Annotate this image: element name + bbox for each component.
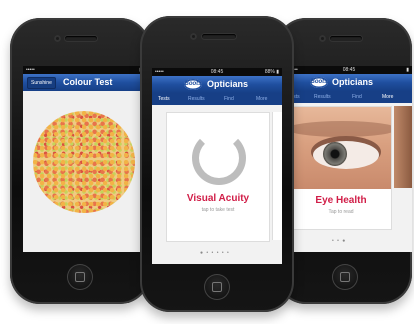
eye-photo <box>291 107 391 189</box>
screen-left: ••••• ▮ Sunshine Colour Test <box>23 66 145 252</box>
ishihara-plate[interactable] <box>33 111 135 213</box>
nav-title: Colour Test <box>63 77 113 87</box>
tab-bar: Tests Results Find More <box>152 93 282 105</box>
eyebrow-shadow <box>291 121 391 137</box>
phone-center: ••••• 08:45 88% ▮ Boots Opticians Tests … <box>140 16 294 312</box>
home-button[interactable] <box>204 274 230 300</box>
next-card-peek <box>394 106 412 188</box>
nav-bar: Sunshine Colour Test <box>23 74 145 91</box>
tab-find[interactable]: Find <box>224 93 234 105</box>
page-indicator: ● • • • • • <box>200 250 230 256</box>
tab-bar: Tests Results Find More <box>286 91 412 103</box>
earpiece-speaker <box>65 36 97 41</box>
earpiece-speaker <box>330 36 362 41</box>
card-subtitle: tap to take test <box>201 207 235 213</box>
boots-logo: Boots <box>310 77 328 88</box>
front-camera <box>54 35 61 42</box>
screen-center: ••••• 08:45 88% ▮ Boots Opticians Tests … <box>152 68 282 264</box>
signal-icon: ••••• <box>26 67 35 73</box>
tab-tests[interactable]: Tests <box>158 93 170 105</box>
tab-more[interactable]: More <box>382 91 393 103</box>
eye-health-card[interactable]: Eye Health Tap to read <box>290 106 392 230</box>
front-camera <box>319 35 326 42</box>
home-button[interactable] <box>332 264 358 290</box>
nav-title: Opticians <box>332 77 374 87</box>
next-card-peek <box>272 112 282 240</box>
earpiece-speaker <box>202 34 236 39</box>
status-bar: ••••• 08:45 88% ▮ <box>152 68 282 76</box>
page-indicator: • • ● <box>332 238 347 244</box>
phone-left: ••••• ▮ Sunshine Colour Test <box>10 18 150 304</box>
back-button[interactable]: Sunshine <box>27 77 56 89</box>
card-title: Eye Health <box>315 195 367 206</box>
tab-find[interactable]: Find <box>352 91 362 103</box>
status-bar: ••••• 08:45 ▮ <box>286 66 412 74</box>
iris <box>323 142 347 166</box>
screen-right: ••••• 08:45 ▮ Boots Opticians Tests Resu… <box>286 66 412 252</box>
status-time: 08:45 <box>210 69 224 75</box>
phone-right: ••••• 08:45 ▮ Boots Opticians Tests Resu… <box>276 18 412 304</box>
nav-bar: Boots Opticians <box>286 74 412 91</box>
nav-title: Opticians <box>207 79 249 89</box>
tab-results[interactable]: Results <box>314 91 331 103</box>
status-time: 08:45 <box>342 67 356 73</box>
card-subtitle: Tap to read <box>328 209 354 215</box>
front-camera <box>190 33 197 40</box>
tab-more[interactable]: More <box>256 93 267 105</box>
signal-icon: ••••• <box>155 69 164 75</box>
nav-bar: Boots Opticians <box>152 76 282 93</box>
ring-icon <box>192 131 246 185</box>
card-title: Visual Acuity <box>186 193 250 204</box>
tab-results[interactable]: Results <box>188 93 205 105</box>
visual-acuity-card[interactable]: Visual Acuity tap to take test <box>166 112 270 242</box>
boots-logo: Boots <box>184 79 202 90</box>
home-button[interactable] <box>67 264 93 290</box>
battery-icon: 88% ▮ <box>264 69 279 75</box>
battery-icon: ▮ <box>406 67 409 73</box>
status-bar: ••••• ▮ <box>23 66 145 74</box>
